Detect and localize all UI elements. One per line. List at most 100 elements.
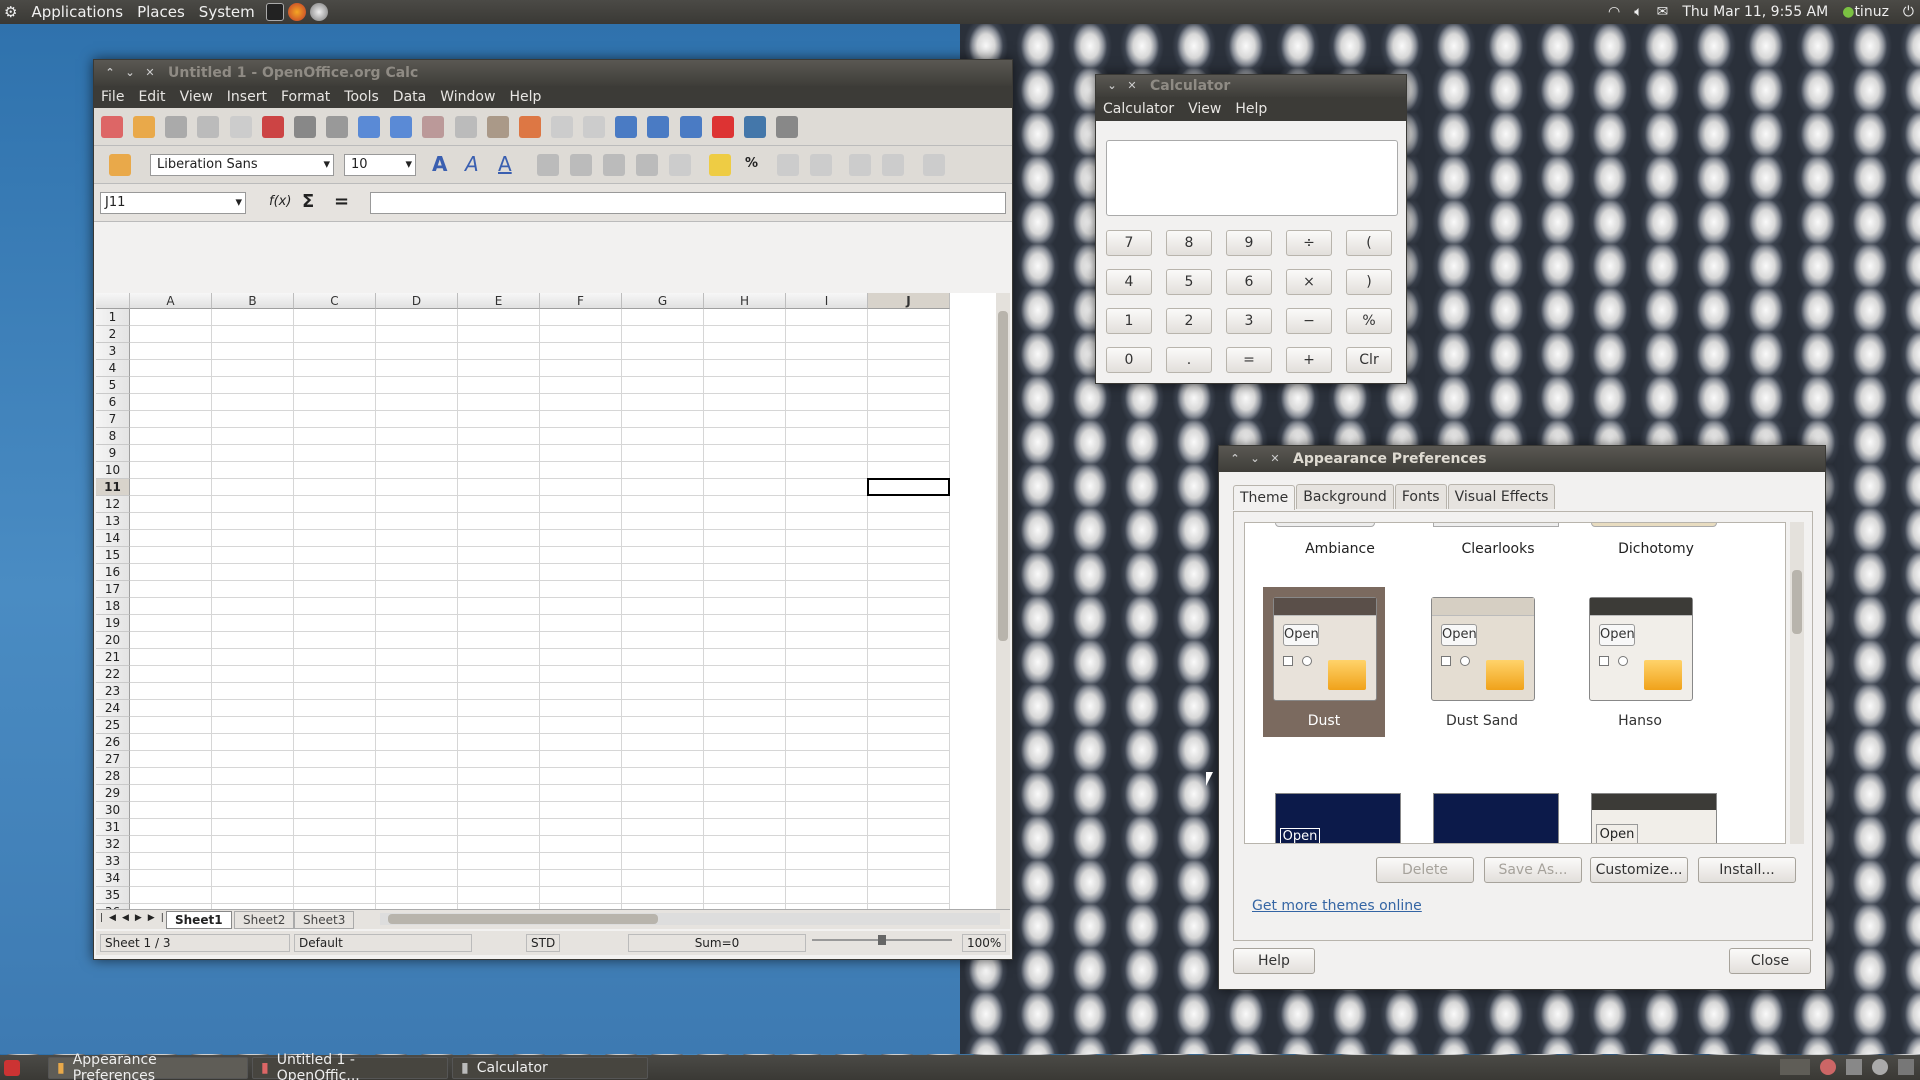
theme-label-ambiance[interactable]: Ambiance — [1275, 541, 1405, 557]
theme-preview-clearlooks[interactable] — [1433, 523, 1559, 527]
calc-key-button[interactable]: 7 — [1106, 230, 1152, 256]
maximize-icon[interactable]: ⌄ — [122, 65, 138, 81]
menu-calculator[interactable]: Calculator — [1096, 101, 1181, 117]
power-icon[interactable]: ⏻ — [1903, 4, 1914, 20]
spellcheck-icon[interactable] — [358, 116, 381, 138]
font-size-box[interactable]: 10 ▾ — [344, 154, 416, 176]
active-cell[interactable] — [867, 478, 950, 496]
function-wizard-icon[interactable]: f(x) — [269, 194, 291, 209]
zoom-slider-thumb[interactable] — [878, 935, 886, 945]
sum-icon[interactable]: Σ — [302, 191, 314, 212]
row-header[interactable]: 1 — [96, 309, 130, 326]
row-header[interactable]: 34 — [96, 870, 130, 887]
column-header[interactable]: G — [622, 293, 704, 309]
tab-fonts[interactable]: Fonts — [1394, 484, 1447, 509]
sheet-tab-2[interactable]: Sheet2 — [234, 911, 295, 929]
row-header[interactable]: 8 — [96, 428, 130, 445]
column-header[interactable]: D — [376, 293, 458, 309]
calc-key-button[interactable]: 6 — [1226, 269, 1272, 295]
minimize-icon[interactable]: ⌃ — [102, 65, 118, 81]
hyperlink-icon[interactable] — [615, 116, 638, 138]
theme-preview-high-contrast-inverse[interactable]: Open — [1275, 793, 1401, 843]
row-header[interactable]: 31 — [96, 819, 130, 836]
row-header[interactable]: 33 — [96, 853, 130, 870]
close-icon[interactable]: ✕ — [142, 65, 158, 81]
menu-data[interactable]: Data — [386, 89, 433, 105]
align-left-icon[interactable] — [537, 154, 559, 176]
chart-icon[interactable] — [711, 116, 734, 138]
justify-icon[interactable] — [636, 154, 658, 176]
row-header[interactable]: 4 — [96, 360, 130, 377]
calc-key-button[interactable]: = — [1226, 347, 1272, 373]
show-desktop-icon[interactable] — [4, 1059, 20, 1076]
row-header[interactable]: 10 — [96, 462, 130, 479]
calc-key-button[interactable]: 5 — [1166, 269, 1212, 295]
calc-titlebar[interactable]: ⌃ ⌄ ✕ Untitled 1 - OpenOffice.org Calc — [94, 60, 1012, 86]
theme-preview-dichotomy[interactable] — [1591, 523, 1717, 527]
column-header[interactable]: C — [294, 293, 376, 309]
row-header[interactable]: 13 — [96, 513, 130, 530]
borders-icon[interactable] — [923, 154, 945, 176]
calc-key-button[interactable]: 8 — [1166, 230, 1212, 256]
copy-icon[interactable] — [454, 116, 477, 138]
theme-label-clearlooks[interactable]: Clearlooks — [1433, 541, 1563, 557]
merge-cells-icon[interactable] — [669, 154, 691, 176]
select-all-corner[interactable] — [96, 293, 130, 309]
vertical-scrollbar-thumb[interactable] — [998, 311, 1008, 641]
row-header[interactable]: 32 — [96, 836, 130, 853]
bold-icon[interactable]: A — [432, 152, 447, 176]
menu-insert[interactable]: Insert — [220, 89, 274, 105]
close-icon[interactable]: ✕ — [1267, 451, 1283, 467]
navigator-icon[interactable] — [775, 116, 798, 138]
trash-icon[interactable] — [1898, 1059, 1914, 1075]
theme-list-scrollbar-thumb[interactable] — [1792, 570, 1802, 634]
menu-help[interactable]: Help — [502, 89, 548, 105]
column-header[interactable]: E — [458, 293, 540, 309]
calc-key-button[interactable]: . — [1166, 347, 1212, 373]
status-selection-mode[interactable]: STD — [526, 934, 560, 952]
calc-key-button[interactable]: 4 — [1106, 269, 1152, 295]
calc-key-button[interactable]: 9 — [1226, 230, 1272, 256]
column-header[interactable]: F — [540, 293, 622, 309]
row-header[interactable]: 23 — [96, 683, 130, 700]
minimize-icon[interactable]: ⌄ — [1247, 451, 1263, 467]
row-header[interactable]: 3 — [96, 343, 130, 360]
indent-increase-icon[interactable] — [882, 154, 904, 176]
theme-preview-ambiance[interactable] — [1275, 523, 1375, 527]
mail-icon[interactable]: ✉ — [1657, 4, 1669, 20]
row-header[interactable]: 6 — [96, 394, 130, 411]
calc-key-button[interactable]: 3 — [1226, 308, 1272, 334]
indent-decrease-icon[interactable] — [849, 154, 871, 176]
calc-key-button[interactable]: − — [1286, 308, 1332, 334]
theme-preview-high-contrast-large-inverse[interactable] — [1433, 793, 1559, 843]
status-zoom[interactable]: 100% — [962, 934, 1007, 952]
row-header[interactable]: 22 — [96, 666, 130, 683]
undo-icon[interactable] — [550, 116, 573, 138]
sort-descending-icon[interactable] — [679, 116, 702, 138]
menu-view[interactable]: View — [173, 89, 220, 105]
taskbar-item-appearance[interactable]: ▮ Appearance Preferences — [48, 1052, 248, 1080]
theme-list-scrollbar[interactable] — [1790, 522, 1804, 844]
row-header[interactable]: 29 — [96, 785, 130, 802]
align-right-icon[interactable] — [603, 154, 625, 176]
customize-button[interactable]: Customize... — [1590, 857, 1688, 883]
calc-key-button[interactable]: ÷ — [1286, 230, 1332, 256]
italic-icon[interactable]: A — [465, 152, 479, 176]
column-header[interactable]: A — [130, 293, 212, 309]
taskbar-item-calc[interactable]: ▮ Untitled 1 - OpenOffic... — [252, 1052, 448, 1080]
draw-functions-icon[interactable] — [743, 116, 766, 138]
formula-input[interactable] — [370, 192, 1006, 214]
menu-applications[interactable]: Applications — [24, 3, 130, 21]
row-header[interactable]: 2 — [96, 326, 130, 343]
delete-button[interactable]: Delete — [1376, 857, 1474, 883]
appearance-titlebar[interactable]: ⌃ ⌄ ✕ Appearance Preferences — [1219, 446, 1825, 472]
calc-key-button[interactable]: Clr — [1346, 347, 1392, 373]
menu-format[interactable]: Format — [274, 89, 337, 105]
sheet-tab-3[interactable]: Sheet3 — [294, 911, 355, 929]
status-page-style[interactable]: Default — [294, 934, 472, 952]
decimal-remove-icon[interactable] — [810, 154, 832, 176]
zoom-slider[interactable] — [812, 935, 952, 945]
currency-icon[interactable] — [709, 154, 731, 176]
menu-view[interactable]: View — [1181, 101, 1228, 117]
export-pdf-icon[interactable] — [261, 116, 284, 138]
